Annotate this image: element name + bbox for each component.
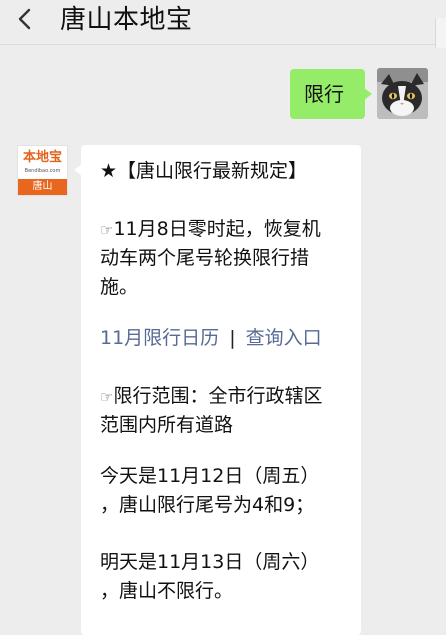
logo-brand-text: 本地宝	[22, 150, 62, 165]
paragraph-1-line-1: ☞11月8日零时起，恢复机	[100, 218, 321, 240]
user-avatar[interactable]	[377, 68, 428, 119]
outgoing-message-text: 限行	[304, 82, 344, 106]
paragraph-1-line-2: 动车两个尾号轮换限行措	[100, 247, 310, 269]
pointing-hand-icon: ☞	[100, 221, 114, 239]
pointing-hand-icon: ☞	[100, 388, 114, 406]
logo-city-text: 唐山	[18, 179, 67, 195]
today-line-1: 今天是11月12日（周五）	[100, 465, 320, 487]
paragraph-2-line-1: ☞限行范围：全市行政辖区	[100, 385, 323, 407]
back-arrow-icon[interactable]	[14, 6, 36, 32]
logo-url-text: Bendibao.com	[24, 168, 61, 174]
link-separator: |	[229, 327, 236, 349]
paragraph-1-line-3: 施。	[100, 276, 139, 298]
bendibao-logo-avatar[interactable]: 本地宝 Bendibao.com 唐山	[17, 145, 68, 196]
message-title: ★【唐山限行最新规定】	[100, 160, 308, 182]
tomorrow-line-2: ，唐山不限行。	[100, 580, 234, 602]
links-row: 11月限行日历 | 查询入口	[100, 324, 354, 353]
query-entry-link[interactable]: 查询入口	[246, 327, 322, 349]
tomorrow-line-1: 明天是11月13日（周六）	[100, 551, 320, 573]
more-menu-edge[interactable]	[435, 18, 446, 48]
paragraph-2-line-2: 范围内所有道路	[100, 414, 234, 436]
chat-header: 唐山本地宝	[0, 0, 446, 48]
calendar-link[interactable]: 11月限行日历	[100, 327, 219, 349]
today-line-2: ，唐山限行尾号为4和9；	[100, 494, 315, 516]
chat-title: 唐山本地宝	[60, 5, 193, 35]
outgoing-message-bubble[interactable]: 限行	[290, 69, 372, 119]
cat-avatar-icon	[377, 68, 428, 119]
